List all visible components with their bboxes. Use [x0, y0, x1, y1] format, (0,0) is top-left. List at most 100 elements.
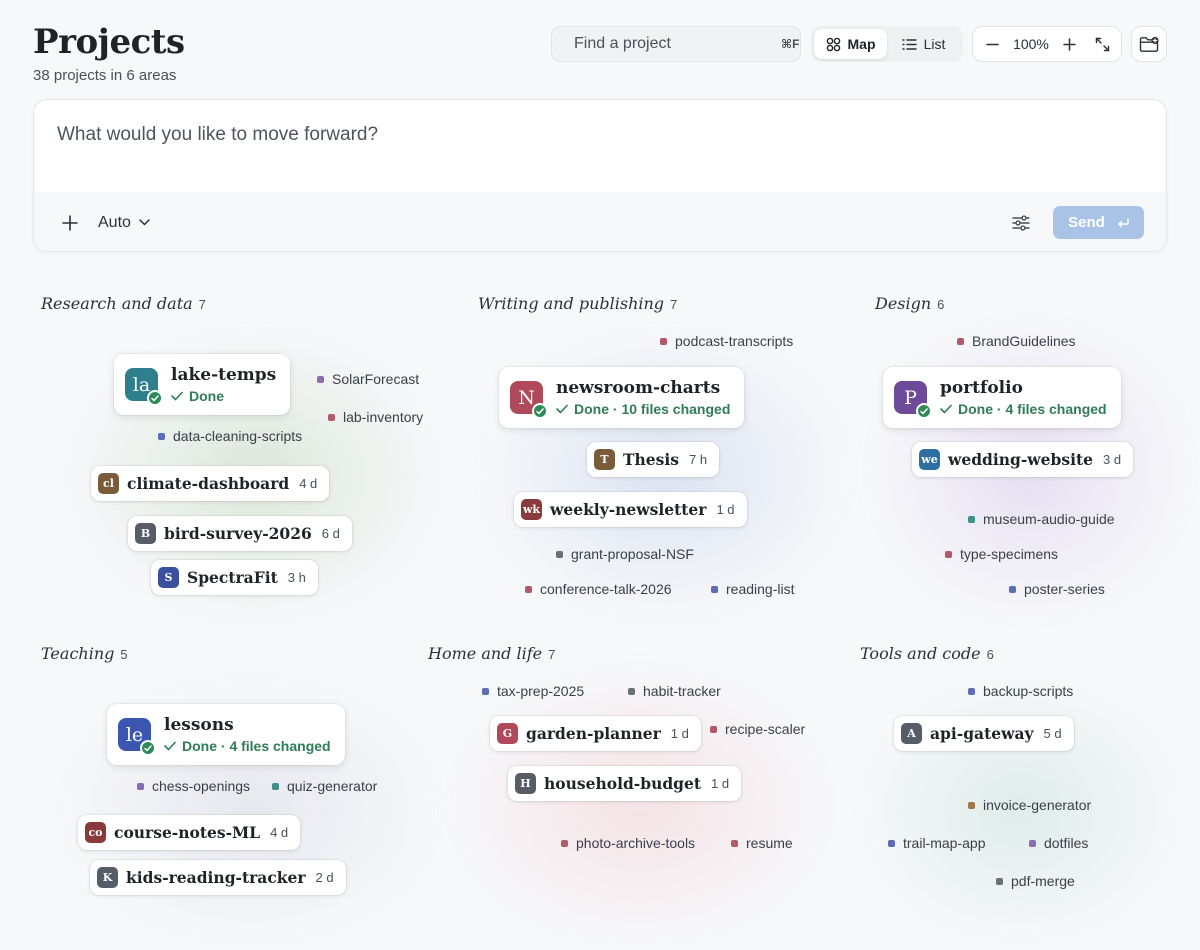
area-count: 5 — [120, 647, 128, 662]
attach-button[interactable] — [56, 209, 84, 237]
area-count: 6 — [937, 297, 945, 312]
plus-icon — [62, 214, 78, 231]
project-pill[interactable]: co course-notes-ML 4 d — [78, 815, 301, 850]
project-tag[interactable]: recipe-scaler — [710, 721, 805, 737]
sliders-icon — [1012, 214, 1030, 231]
tag-dot — [968, 687, 975, 695]
project-avatar: la — [125, 368, 163, 406]
plus-icon — [1063, 37, 1077, 51]
project-tag[interactable]: quiz-generator — [272, 778, 377, 794]
project-card-lessons[interactable]: le lessons Done · 4 files changed — [107, 704, 345, 765]
fit-view-button[interactable] — [1091, 33, 1113, 55]
composer-input[interactable] — [34, 100, 1166, 192]
zoom-in-button[interactable] — [1059, 33, 1081, 55]
project-tag[interactable]: SolarForecast — [317, 371, 419, 387]
project-age: 2 d — [315, 870, 334, 885]
project-pill[interactable]: Ggarden-planner 1 d — [490, 716, 701, 751]
tag-dot — [556, 550, 563, 558]
tag-dot — [1029, 839, 1036, 847]
expand-icon — [1095, 37, 1109, 51]
project-card-portfolio[interactable]: P portfolio Done · 4 files changed — [883, 367, 1121, 428]
project-name: portfolio — [940, 378, 1023, 398]
tag-label: resume — [746, 835, 793, 851]
project-pill[interactable]: wk weekly-newsletter 1 d — [514, 492, 747, 527]
project-pill[interactable]: Hhousehold-budget 1 d — [508, 766, 742, 801]
project-search[interactable]: ⌘F — [551, 26, 801, 62]
project-tag[interactable]: reading-list — [711, 581, 794, 597]
project-pill[interactable]: Bbird-survey-2026 6 d — [128, 516, 352, 551]
project-tag[interactable]: conference-talk-2026 — [525, 581, 672, 597]
send-button[interactable]: Send — [1053, 206, 1144, 239]
project-tag[interactable]: museum-audio-guide — [968, 511, 1115, 527]
project-icon: G — [497, 723, 518, 744]
project-tag[interactable]: backup-scripts — [968, 683, 1073, 699]
status-line: Done · 4 files changed — [164, 738, 331, 754]
project-pill[interactable]: cl climate-dashboard 4 d — [91, 466, 330, 501]
project-pill[interactable]: Kkids-reading-tracker 2 d — [90, 860, 346, 895]
new-project-button[interactable] — [1131, 26, 1167, 62]
project-icon: H — [515, 773, 536, 794]
project-tag[interactable]: habit-tracker — [628, 683, 721, 699]
project-tag[interactable]: BrandGuidelines — [957, 333, 1076, 349]
project-pill[interactable]: Aapi-gateway 5 d — [894, 716, 1074, 751]
project-tag[interactable]: photo-archive-tools — [561, 835, 695, 851]
check-icon — [916, 403, 932, 419]
project-tag[interactable]: type-specimens — [945, 546, 1058, 562]
project-pill[interactable]: S SpectraFit 3 h — [151, 560, 318, 595]
project-tag[interactable]: trail-map-app — [888, 835, 985, 851]
project-icon: wk — [521, 499, 542, 520]
project-tag[interactable]: podcast-transcripts — [660, 333, 793, 349]
tag-dot — [137, 782, 144, 790]
project-tag[interactable]: chess-openings — [137, 778, 250, 794]
avatar-initials: P — [904, 386, 917, 409]
page-title: Projects — [33, 22, 185, 62]
project-tag[interactable]: lab-inventory — [328, 409, 423, 425]
project-age: 4 d — [270, 825, 289, 840]
grid-icon — [826, 37, 840, 51]
composer: Auto Send — [33, 99, 1167, 252]
zoom-out-button[interactable] — [981, 33, 1003, 55]
map-view-button[interactable]: Map — [814, 29, 887, 59]
tag-dot — [158, 432, 165, 440]
status-text: Done · 4 files changed — [958, 401, 1107, 417]
area-title-text: Writing and publishing — [478, 294, 665, 313]
zoom-level: 100% — [1013, 36, 1049, 52]
list-view-button[interactable]: List — [887, 29, 960, 59]
tag-label: museum-audio-guide — [983, 511, 1115, 527]
tag-dot — [968, 801, 975, 809]
project-pill[interactable]: T Thesis 7 h — [587, 442, 720, 477]
project-pill[interactable]: we wedding-website 3 d — [912, 442, 1134, 477]
project-tag[interactable]: resume — [731, 835, 793, 851]
project-tag[interactable]: tax-prep-2025 — [482, 683, 584, 699]
tag-dot — [996, 877, 1003, 885]
project-name: lessons — [164, 715, 234, 735]
tag-label: invoice-generator — [983, 797, 1092, 813]
area-title-text: Design — [875, 294, 932, 313]
project-tag[interactable]: poster-series — [1009, 581, 1105, 597]
search-input[interactable] — [574, 35, 781, 53]
zoom-control: 100% — [972, 26, 1122, 62]
settings-button[interactable] — [1007, 209, 1035, 237]
tag-dot — [1009, 585, 1016, 593]
tag-label: habit-tracker — [643, 683, 721, 699]
project-tag[interactable]: dotfiles — [1029, 835, 1088, 851]
project-tag[interactable]: data-cleaning-scripts — [158, 428, 302, 444]
project-tag[interactable]: invoice-generator — [968, 797, 1091, 813]
area-title-text: Teaching — [41, 644, 115, 663]
area-title-tools: Tools and code 6 — [860, 644, 994, 663]
project-name: climate-dashboard — [127, 474, 290, 493]
mode-select[interactable]: Auto — [98, 214, 150, 232]
mode-label: Auto — [98, 213, 131, 231]
tag-dot — [628, 687, 635, 695]
tag-dot — [731, 839, 738, 847]
send-label: Send — [1068, 214, 1105, 231]
folder-plus-icon — [1139, 36, 1159, 52]
project-card-newsroom-charts[interactable]: N newsroom-charts Done · 10 files changed — [499, 367, 745, 428]
tag-label: BrandGuidelines — [972, 333, 1076, 349]
project-card-lake-temps[interactable]: la lake-temps Done — [114, 354, 291, 415]
tag-label: backup-scripts — [983, 683, 1074, 699]
project-tag[interactable]: grant-proposal-NSF — [556, 546, 694, 562]
project-age: 6 d — [321, 526, 340, 541]
tag-label: lab-inventory — [343, 409, 424, 425]
project-tag[interactable]: pdf-merge — [996, 873, 1075, 889]
